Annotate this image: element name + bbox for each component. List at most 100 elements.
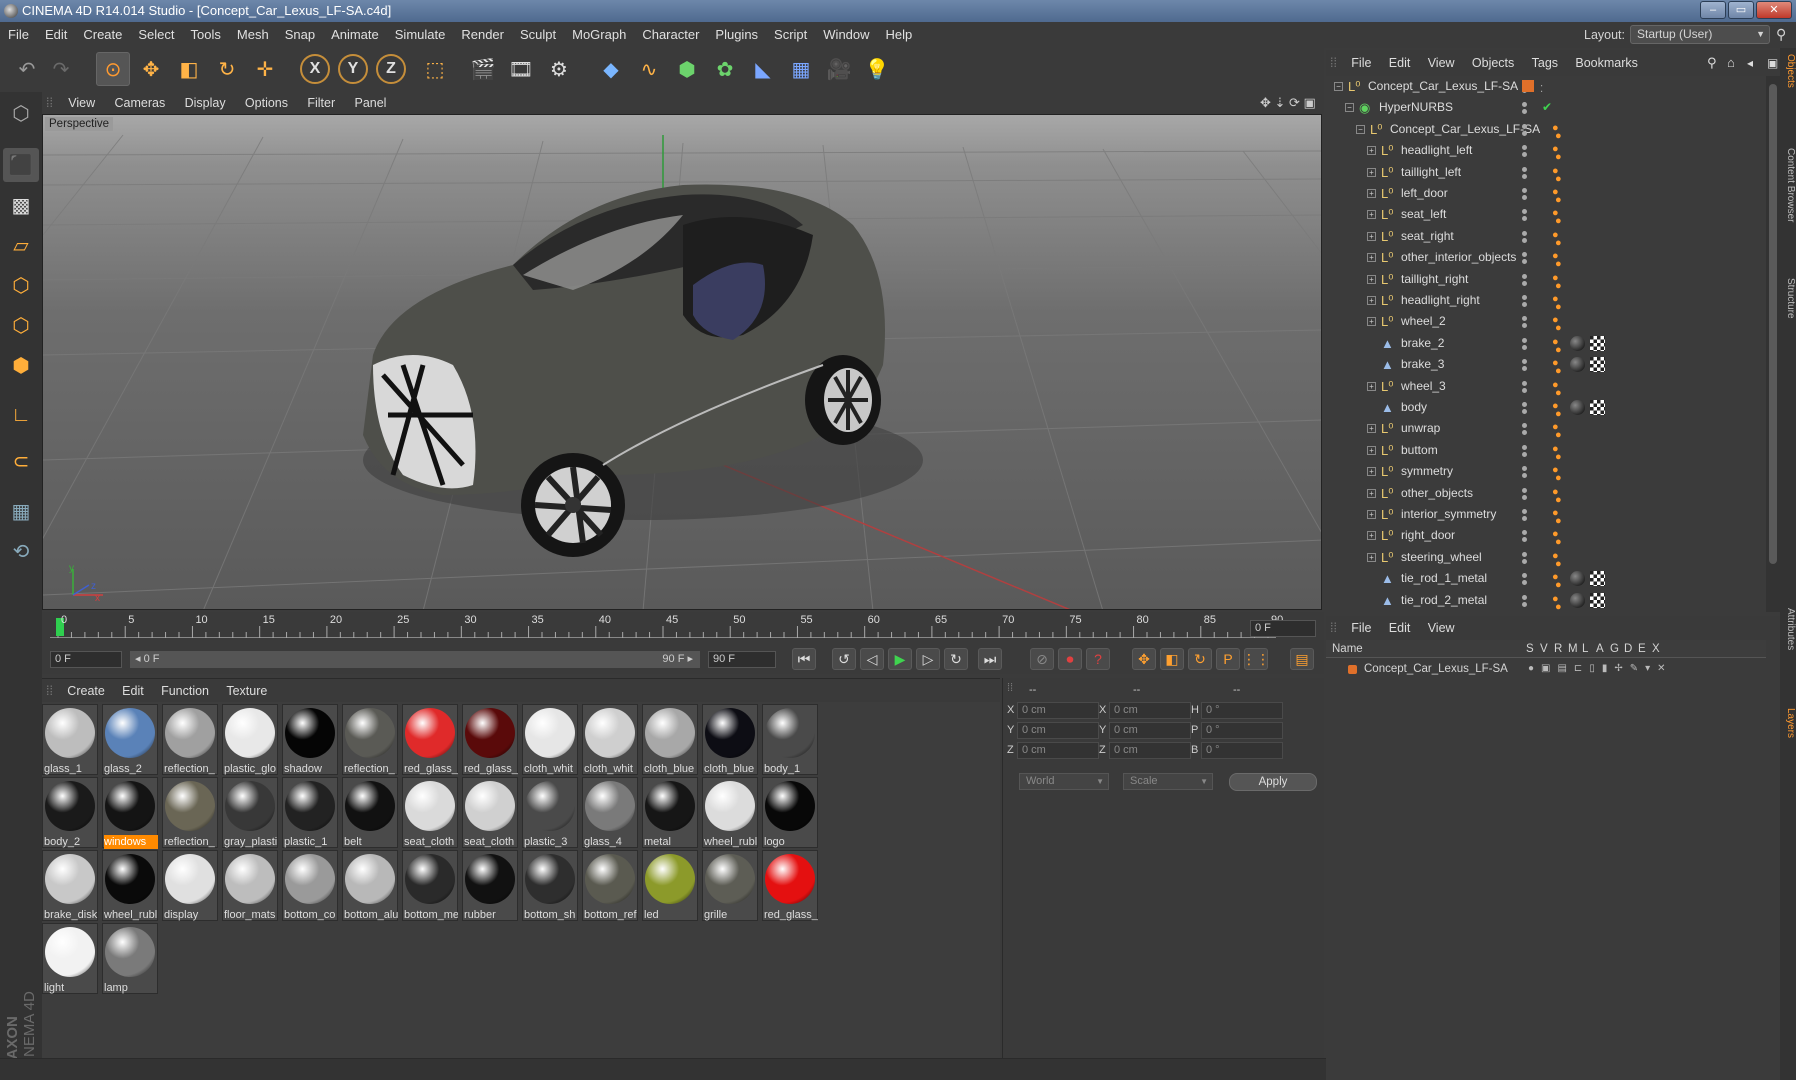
menu-window[interactable]: Window bbox=[815, 22, 877, 48]
expand-toggle-icon[interactable]: − bbox=[1356, 124, 1365, 134]
object-scrollbar[interactable] bbox=[1766, 76, 1780, 612]
viewport-menu-view[interactable]: View bbox=[60, 92, 103, 114]
render-view-icon[interactable]: 🎬 bbox=[466, 52, 500, 86]
phong-tag-icon[interactable]: ● ● bbox=[1552, 187, 1562, 206]
material-swatch[interactable]: plastic_1 bbox=[282, 777, 338, 848]
material-swatch[interactable]: red_glass_1 bbox=[462, 704, 518, 775]
render-visibility-dot[interactable] bbox=[1522, 216, 1527, 222]
phong-tag-icon[interactable]: ● ● bbox=[1552, 550, 1562, 569]
z-axis-lock-icon[interactable]: Z bbox=[376, 54, 406, 84]
material-menu-edit[interactable]: Edit bbox=[115, 679, 151, 703]
expand-toggle-icon[interactable]: + bbox=[1367, 253, 1376, 263]
material-swatch[interactable]: logo bbox=[762, 777, 818, 848]
expand-toggle-icon[interactable]: + bbox=[1367, 510, 1376, 519]
material-menu-function[interactable]: Function bbox=[154, 679, 216, 703]
phong-tag-icon[interactable]: ● ● bbox=[1552, 379, 1562, 398]
maximize-button[interactable]: ▭ bbox=[1728, 1, 1754, 19]
next-key-icon[interactable]: ↻ bbox=[944, 648, 968, 670]
render-visibility-dot[interactable] bbox=[1522, 516, 1527, 521]
phong-tag-icon[interactable]: ● ● bbox=[1552, 251, 1562, 270]
workplane-mode-icon[interactable]: ▱ bbox=[3, 228, 39, 262]
side-tab-attributes[interactable]: Attributes bbox=[1782, 608, 1796, 650]
expand-toggle-icon[interactable]: + bbox=[1367, 552, 1376, 562]
material-swatch[interactable]: bottom_sh bbox=[522, 850, 578, 921]
render-visibility-dot[interactable] bbox=[1522, 344, 1527, 350]
phong-tag-icon[interactable]: ● ● bbox=[1552, 208, 1562, 227]
phong-tag-icon[interactable]: ● ● bbox=[1552, 529, 1562, 548]
menu-script[interactable]: Script bbox=[766, 22, 815, 48]
menu-help[interactable]: Help bbox=[878, 22, 921, 48]
start-frame-field[interactable]: 0 F bbox=[50, 651, 122, 668]
render-visibility-dot[interactable] bbox=[1522, 173, 1527, 179]
material-swatch[interactable]: shadow bbox=[282, 704, 338, 775]
expand-toggle-icon[interactable]: + bbox=[1367, 488, 1376, 498]
object-row[interactable]: − L⁰ Concept_Car_Lexus_LF-SA ⁚ bbox=[1326, 76, 1766, 97]
next-frame-icon[interactable]: ▷ bbox=[916, 648, 940, 670]
layer-column-a[interactable]: A bbox=[1596, 640, 1604, 658]
material-swatch[interactable]: cloth_blue bbox=[702, 704, 758, 775]
viewport-nav-icons[interactable]: ✥ ⇣ ⟳ ▣ bbox=[1252, 92, 1324, 114]
play-icon[interactable]: ▶ bbox=[888, 648, 912, 670]
layer-column-l[interactable]: L bbox=[1582, 640, 1588, 658]
material-swatch[interactable]: brake_disk bbox=[42, 850, 98, 921]
back-icon[interactable]: ◂ bbox=[1740, 50, 1760, 76]
menu-tools[interactable]: Tools bbox=[183, 22, 229, 48]
redo-icon[interactable]: ↷ bbox=[44, 52, 78, 86]
coord-value-field[interactable]: 0 cm bbox=[1017, 702, 1099, 719]
material-swatch[interactable]: body_2 bbox=[42, 777, 98, 848]
editor-visibility-dot[interactable] bbox=[1522, 102, 1527, 108]
undo-icon[interactable]: ↶ bbox=[10, 52, 44, 86]
expand-toggle-icon[interactable]: + bbox=[1367, 231, 1376, 241]
apply-button[interactable]: Apply bbox=[1229, 773, 1317, 791]
objects-menu-file[interactable]: File bbox=[1344, 50, 1378, 76]
coord-value-field[interactable]: 0 cm bbox=[1109, 742, 1191, 759]
object-row[interactable]: + L⁰ wheel_2 ● ● bbox=[1326, 311, 1766, 334]
menu-snap[interactable]: Snap bbox=[277, 22, 323, 48]
layers-menu-file[interactable]: File bbox=[1344, 616, 1378, 640]
object-row[interactable]: + L⁰ headlight_left ● ● bbox=[1326, 140, 1766, 163]
editor-visibility-dot[interactable] bbox=[1522, 466, 1527, 472]
expand-toggle-icon[interactable]: + bbox=[1367, 167, 1376, 177]
editor-visibility-dot[interactable] bbox=[1522, 551, 1527, 557]
editor-visibility-dot[interactable] bbox=[1522, 123, 1527, 129]
material-swatch[interactable]: rubber bbox=[462, 850, 518, 921]
editor-visibility-dot[interactable] bbox=[1522, 188, 1527, 193]
object-row[interactable]: + L⁰ taillight_right ● ● bbox=[1326, 269, 1766, 291]
material-menu-texture[interactable]: Texture bbox=[219, 679, 274, 703]
floor-scene-icon[interactable]: ▦ bbox=[784, 52, 818, 86]
current-frame-field[interactable]: 0 F bbox=[1250, 620, 1316, 637]
render-visibility-dot[interactable] bbox=[1522, 473, 1527, 479]
layers-menu-edit[interactable]: Edit bbox=[1382, 616, 1418, 640]
expand-toggle-icon[interactable]: + bbox=[1367, 274, 1376, 284]
material-swatch[interactable]: metal bbox=[642, 777, 698, 848]
texture-tag-icon[interactable] bbox=[1590, 400, 1605, 415]
phong-tag-icon[interactable]: ● ● bbox=[1552, 315, 1562, 334]
phong-tag-icon[interactable]: ● ● bbox=[1552, 572, 1562, 591]
texture-tag-icon[interactable] bbox=[1590, 571, 1605, 587]
camera-icon[interactable]: 🎥 bbox=[822, 52, 856, 86]
texture-tag-icon[interactable] bbox=[1590, 335, 1605, 351]
polygons-mode-icon[interactable]: ⬢ bbox=[3, 348, 39, 382]
object-row[interactable]: ▲ body ● ● bbox=[1326, 397, 1766, 420]
expand-toggle-icon[interactable]: + bbox=[1367, 146, 1376, 156]
viewport-menu-panel[interactable]: Panel bbox=[346, 92, 394, 114]
side-tab-layers[interactable]: Layers bbox=[1782, 708, 1796, 738]
material-swatch[interactable]: body_1 bbox=[762, 704, 818, 775]
phong-tag-icon[interactable]: ● ● bbox=[1552, 486, 1562, 505]
coord-value-field[interactable]: 0 cm bbox=[1109, 702, 1191, 719]
layer-column-r[interactable]: R bbox=[1554, 640, 1562, 658]
objects-menu-tags[interactable]: Tags bbox=[1525, 50, 1565, 76]
material-swatch[interactable]: gray_plasti bbox=[222, 777, 278, 848]
layout-select[interactable]: Startup (User) ▼ bbox=[1630, 25, 1770, 44]
editor-visibility-dot[interactable] bbox=[1522, 509, 1527, 514]
material-tag-icon[interactable] bbox=[1570, 400, 1585, 415]
coord-value-field[interactable]: 0 ° bbox=[1201, 742, 1283, 759]
render-visibility-dot[interactable] bbox=[1522, 494, 1527, 500]
objects-menu-bookmarks[interactable]: Bookmarks bbox=[1568, 50, 1645, 76]
viewport-menu-display[interactable]: Display bbox=[177, 92, 234, 114]
material-swatch[interactable]: plastic_3 bbox=[522, 777, 578, 848]
expand-toggle-icon[interactable]: + bbox=[1367, 531, 1376, 541]
object-row[interactable]: + L⁰ seat_right ● ● bbox=[1326, 226, 1766, 248]
expand-toggle-icon[interactable]: − bbox=[1345, 103, 1354, 113]
cube-primitive-icon[interactable]: ◆ bbox=[594, 52, 628, 86]
